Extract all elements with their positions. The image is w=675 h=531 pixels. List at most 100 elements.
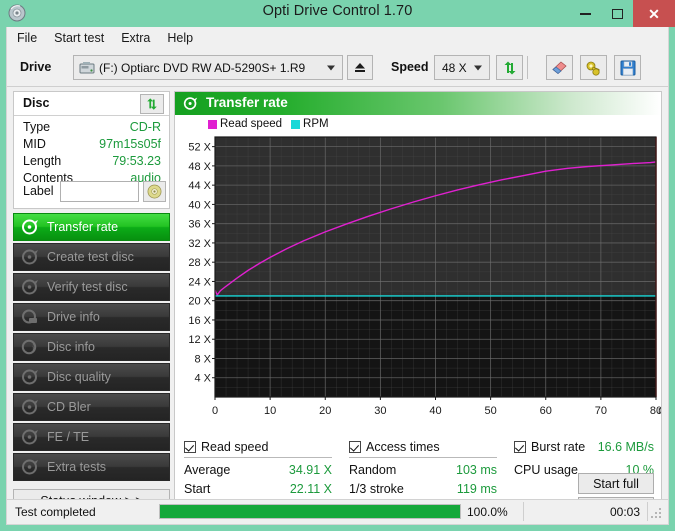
cd-icon bbox=[147, 184, 162, 199]
chart-plot-area[interactable]: 4 X8 X12 X16 X20 X24 X28 X32 X36 X40 X44… bbox=[175, 132, 661, 437]
svg-text:36 X: 36 X bbox=[188, 219, 211, 231]
refresh-icon bbox=[145, 97, 159, 111]
burst-rate-checkbox[interactable] bbox=[514, 441, 526, 453]
resize-grip[interactable] bbox=[651, 508, 663, 520]
sidebar-nav: Transfer rate Create test disc bbox=[13, 213, 170, 483]
burst-rate-checkbox-row[interactable]: Burst rate 16.6 MB/s bbox=[514, 437, 654, 456]
svg-text:12 X: 12 X bbox=[188, 334, 211, 346]
disc-fete-icon bbox=[21, 428, 39, 446]
eject-icon bbox=[353, 61, 367, 74]
refresh-button[interactable] bbox=[496, 55, 523, 80]
maximize-icon bbox=[612, 9, 623, 19]
drive-select[interactable]: (F:) Optiarc DVD RW AD-5290S+ 1.R9 bbox=[73, 55, 343, 80]
status-divider bbox=[523, 502, 524, 521]
sidebar-item-disc-quality[interactable]: Disc quality bbox=[13, 363, 170, 391]
disc-quality-icon bbox=[21, 368, 39, 386]
disc-label-key: Label bbox=[23, 184, 54, 198]
elapsed-time: 00:03 bbox=[610, 505, 640, 519]
disc-write-icon bbox=[21, 248, 39, 266]
burst-rate-value: 16.6 MB/s bbox=[598, 440, 654, 454]
sidebar-item-extra-tests[interactable]: Extra tests bbox=[13, 453, 170, 481]
svg-text:50: 50 bbox=[485, 405, 497, 417]
sidebar-item-label: CD Bler bbox=[47, 400, 91, 414]
svg-text:28 X: 28 X bbox=[188, 257, 211, 269]
svg-text:70: 70 bbox=[595, 405, 607, 417]
sidebar-item-cd-bler[interactable]: CD Bler bbox=[13, 393, 170, 421]
svg-text:32 X: 32 X bbox=[188, 238, 211, 250]
read-speed-checkbox-row[interactable]: Read speed bbox=[184, 437, 332, 456]
svg-text:4 X: 4 X bbox=[194, 373, 211, 385]
disc-panel-title: Disc bbox=[23, 96, 49, 110]
svg-text:8 X: 8 X bbox=[194, 353, 211, 365]
sidebar-item-disc-info[interactable]: i Disc info bbox=[13, 333, 170, 361]
legend-label-rpm: RPM bbox=[303, 118, 329, 130]
eject-button[interactable] bbox=[347, 55, 373, 80]
disc-bler-icon bbox=[21, 398, 39, 416]
stat-row-start: Start 22.11 X bbox=[184, 480, 332, 499]
svg-text:48 X: 48 X bbox=[188, 161, 211, 173]
legend-swatch-rpm bbox=[291, 120, 300, 129]
close-button[interactable]: ✕ bbox=[633, 0, 675, 27]
refresh-icon bbox=[502, 60, 518, 76]
sidebar-item-verify-test-disc[interactable]: Verify test disc bbox=[13, 273, 170, 301]
tools-button[interactable] bbox=[580, 55, 607, 80]
sidebar-item-fe-te[interactable]: FE / TE bbox=[13, 423, 170, 451]
read-speed-label: Read speed bbox=[201, 440, 268, 454]
disc-verify-icon bbox=[21, 278, 39, 296]
minimize-button[interactable] bbox=[569, 0, 601, 27]
disc-panel-header: Disc bbox=[14, 92, 169, 116]
speed-label: Speed bbox=[391, 60, 429, 74]
disc-label-row: Label bbox=[14, 180, 169, 206]
sidebar-item-label: Create test disc bbox=[47, 250, 134, 264]
svg-text:44 X: 44 X bbox=[188, 180, 211, 192]
legend-swatch-read-speed bbox=[208, 120, 217, 129]
read-speed-checkbox[interactable] bbox=[184, 441, 196, 453]
progress-percent: 100.0% bbox=[467, 505, 523, 519]
status-message: Test completed bbox=[15, 505, 96, 519]
stat-key: Average bbox=[184, 463, 230, 477]
sidebar-item-transfer-rate[interactable]: Transfer rate bbox=[13, 213, 170, 241]
drive-label: Drive bbox=[20, 60, 51, 74]
drive-info-icon bbox=[21, 308, 39, 326]
sidebar-item-label: Disc info bbox=[47, 340, 95, 354]
menu-item-help[interactable]: Help bbox=[167, 29, 202, 47]
stat-value: 103 ms bbox=[456, 463, 497, 477]
start-full-button[interactable]: Start full bbox=[578, 473, 654, 494]
disc-info-icon: i bbox=[21, 338, 39, 356]
stat-row-third-stroke: 1/3 stroke 119 ms bbox=[349, 480, 497, 499]
access-times-checkbox[interactable] bbox=[349, 441, 361, 453]
chevron-down-icon bbox=[327, 65, 335, 70]
maximize-button[interactable] bbox=[601, 0, 633, 27]
svg-text:20: 20 bbox=[319, 405, 331, 417]
svg-text:0: 0 bbox=[212, 405, 218, 417]
sidebar-item-label: Drive info bbox=[47, 310, 100, 324]
speed-select[interactable]: 48 X bbox=[434, 55, 490, 80]
sidebar-item-create-test-disc[interactable]: Create test disc bbox=[13, 243, 170, 271]
minimize-icon bbox=[580, 13, 591, 15]
progress-bar-fill bbox=[160, 505, 460, 518]
sidebar-item-label: Extra tests bbox=[47, 460, 106, 474]
svg-text:16 X: 16 X bbox=[188, 315, 211, 327]
stat-value: 34.91 X bbox=[289, 463, 332, 477]
disc-refresh-button[interactable] bbox=[140, 94, 164, 114]
access-times-checkbox-row[interactable]: Access times bbox=[349, 437, 497, 456]
menu-item-extra[interactable]: Extra bbox=[121, 29, 159, 47]
disc-label-button[interactable] bbox=[143, 181, 166, 202]
status-bar: Test completed 100.0% 00:03 bbox=[7, 499, 668, 523]
svg-text:30: 30 bbox=[374, 405, 386, 417]
svg-text:20 X: 20 X bbox=[188, 296, 211, 308]
menu-item-start-test[interactable]: Start test bbox=[54, 29, 113, 47]
disc-row-value: CD-R bbox=[130, 120, 161, 134]
save-button[interactable] bbox=[614, 55, 641, 80]
erase-button[interactable] bbox=[546, 55, 573, 80]
drive-select-value: (F:) Optiarc DVD RW AD-5290S+ 1.R9 bbox=[99, 61, 305, 75]
drive-icon bbox=[79, 61, 95, 75]
sidebar-item-drive-info[interactable]: Drive info bbox=[13, 303, 170, 331]
disc-row-key: Type bbox=[23, 120, 50, 134]
speed-select-value: 48 X bbox=[442, 61, 467, 75]
eraser-icon bbox=[551, 60, 568, 76]
access-times-label: Access times bbox=[366, 440, 440, 454]
disc-label-input[interactable] bbox=[60, 181, 139, 202]
chart-panel: Transfer rate Read speed RPM 4 X8 X12 X1… bbox=[174, 91, 662, 515]
menu-item-file[interactable]: File bbox=[17, 29, 46, 47]
